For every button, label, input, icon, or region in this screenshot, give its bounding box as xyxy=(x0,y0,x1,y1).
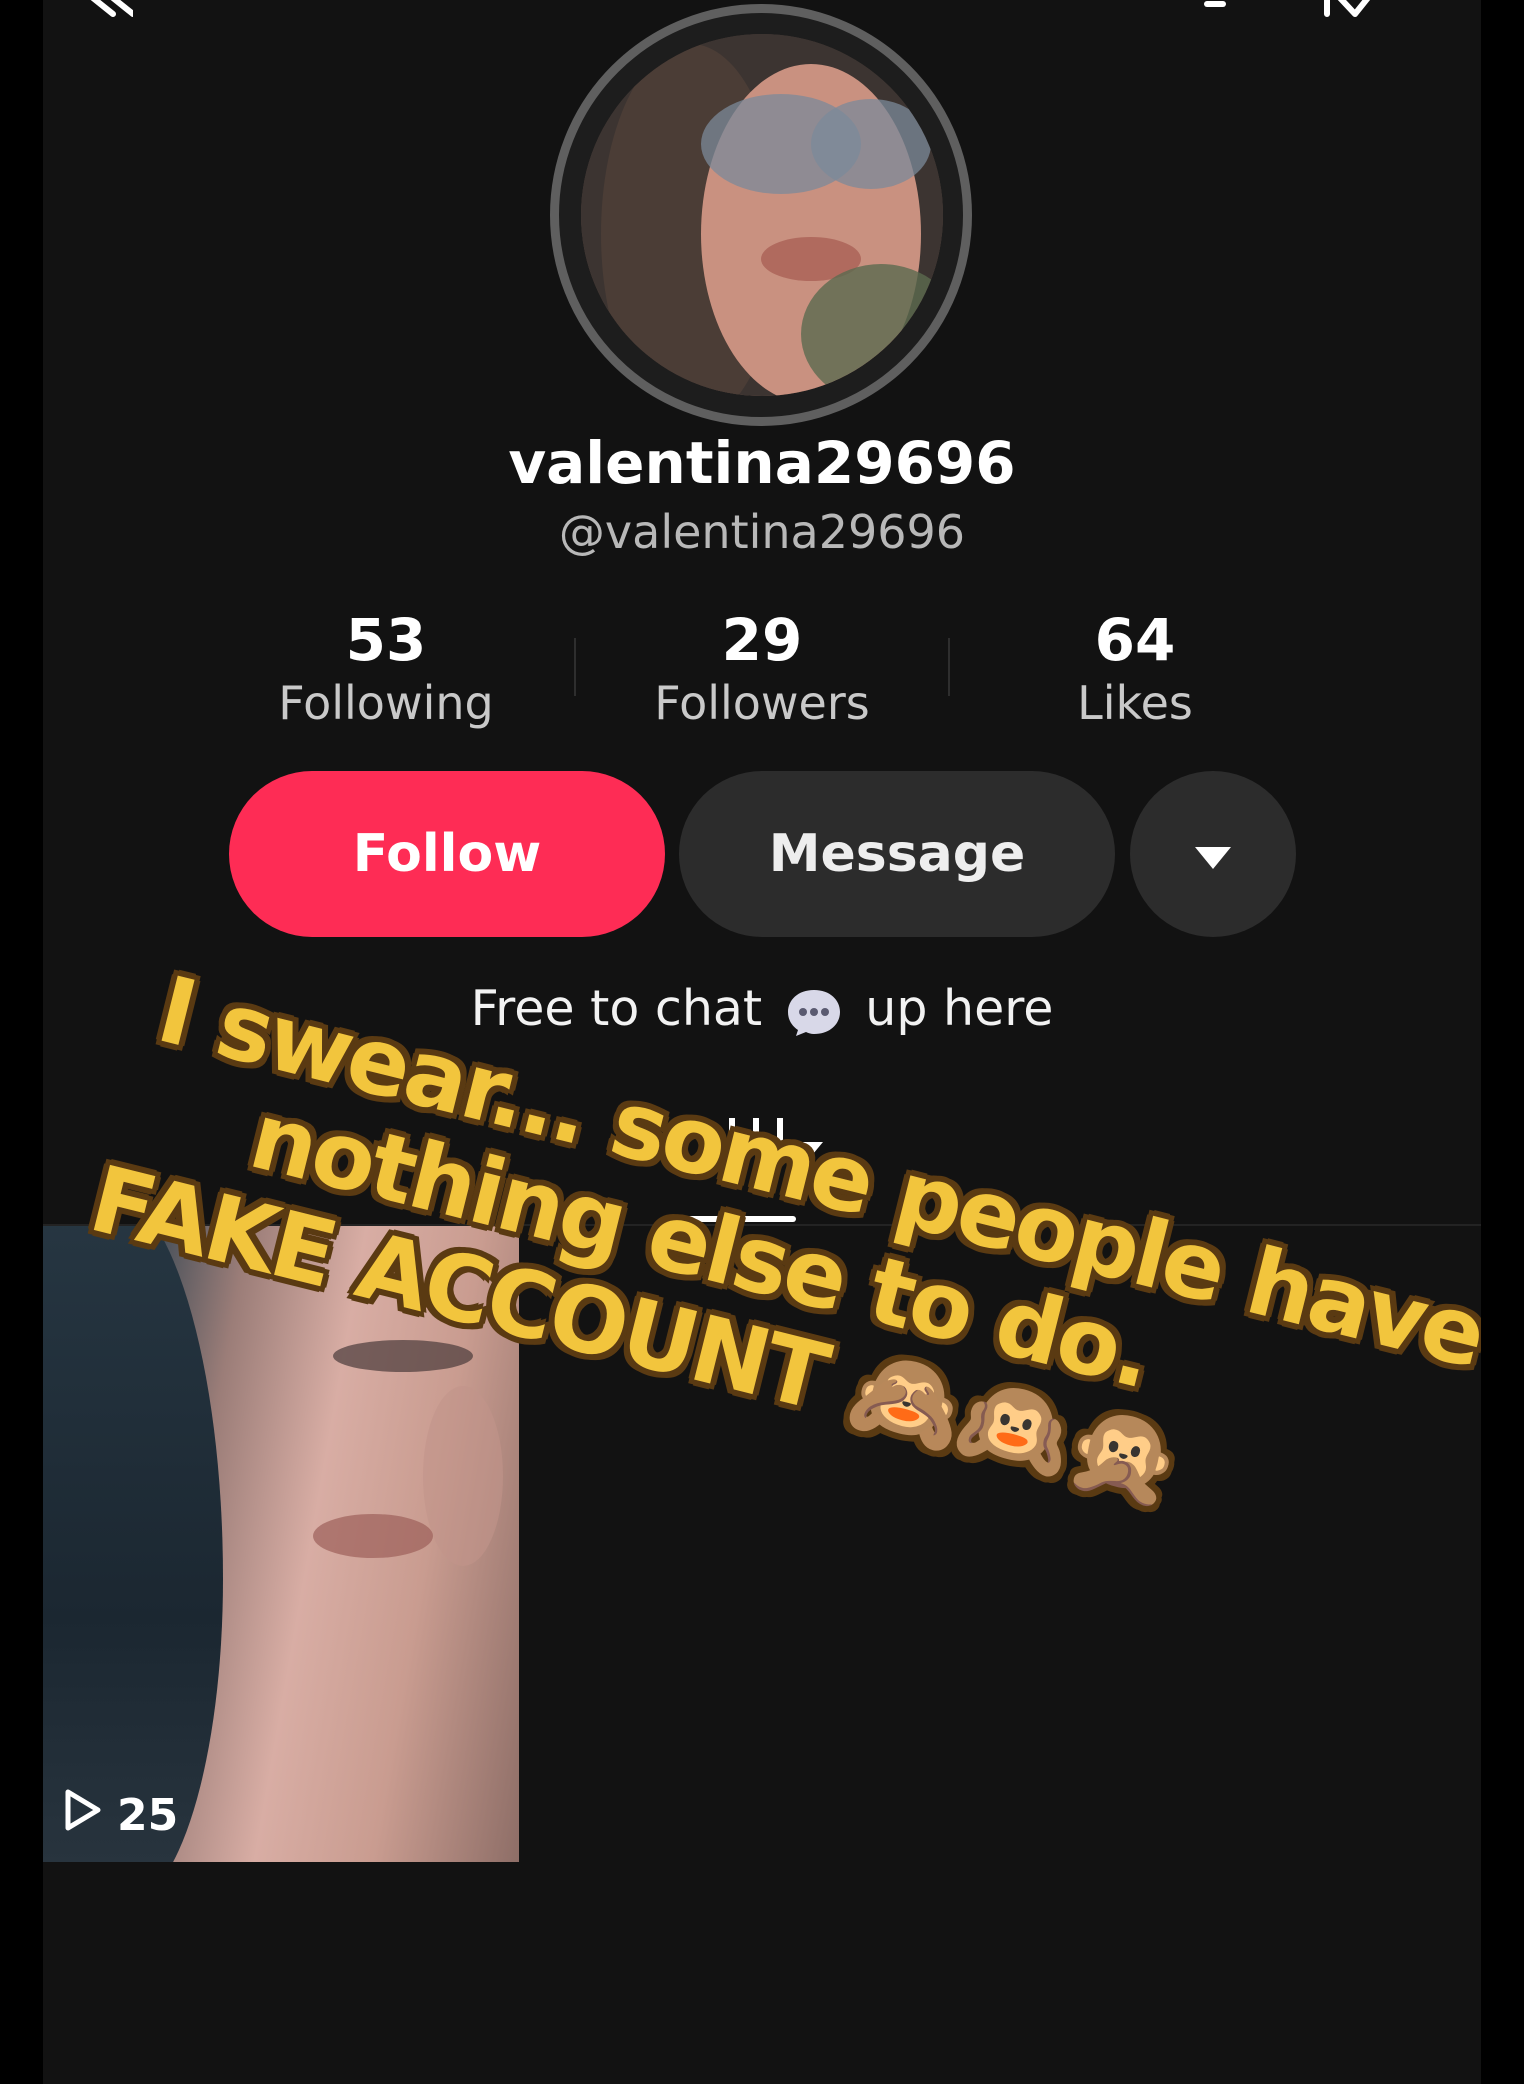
view-count-text: 25 xyxy=(117,1790,179,1841)
followers-label: Followers xyxy=(654,676,870,730)
play-icon xyxy=(63,1788,117,1843)
likes-count: 64 xyxy=(1094,606,1176,674)
stat-divider xyxy=(948,638,950,696)
avatar[interactable] xyxy=(581,34,943,396)
bell-icon[interactable] xyxy=(1185,0,1245,20)
back-icon[interactable] xyxy=(73,0,136,20)
stat-divider xyxy=(574,638,576,696)
message-button[interactable]: Message xyxy=(679,771,1115,937)
followers-count: 29 xyxy=(721,606,803,674)
likes-label: Likes xyxy=(1077,676,1193,730)
profile-screen: valentina29696 @valentina29696 53 Follow… xyxy=(43,0,1481,2084)
following-count: 53 xyxy=(345,606,427,674)
video-view-count: 25 xyxy=(63,1788,178,1843)
follow-button[interactable]: Follow xyxy=(229,771,665,937)
stat-following[interactable]: 53 Following xyxy=(226,605,546,731)
share-icon[interactable] xyxy=(1323,0,1383,20)
following-label: Following xyxy=(278,676,494,730)
stat-likes[interactable]: 64 Likes xyxy=(975,605,1295,731)
chevron-down-icon xyxy=(1193,824,1233,884)
username-handle: @valentina29696 xyxy=(558,505,966,559)
bio-text-end: up here xyxy=(865,980,1054,1037)
bio-text-start: Free to chat xyxy=(470,980,763,1037)
more-options-button[interactable] xyxy=(1130,771,1296,937)
stat-followers[interactable]: 29 Followers xyxy=(602,605,922,731)
display-name: valentina29696 xyxy=(508,429,1016,497)
chat-bubble-icon xyxy=(786,986,842,1038)
